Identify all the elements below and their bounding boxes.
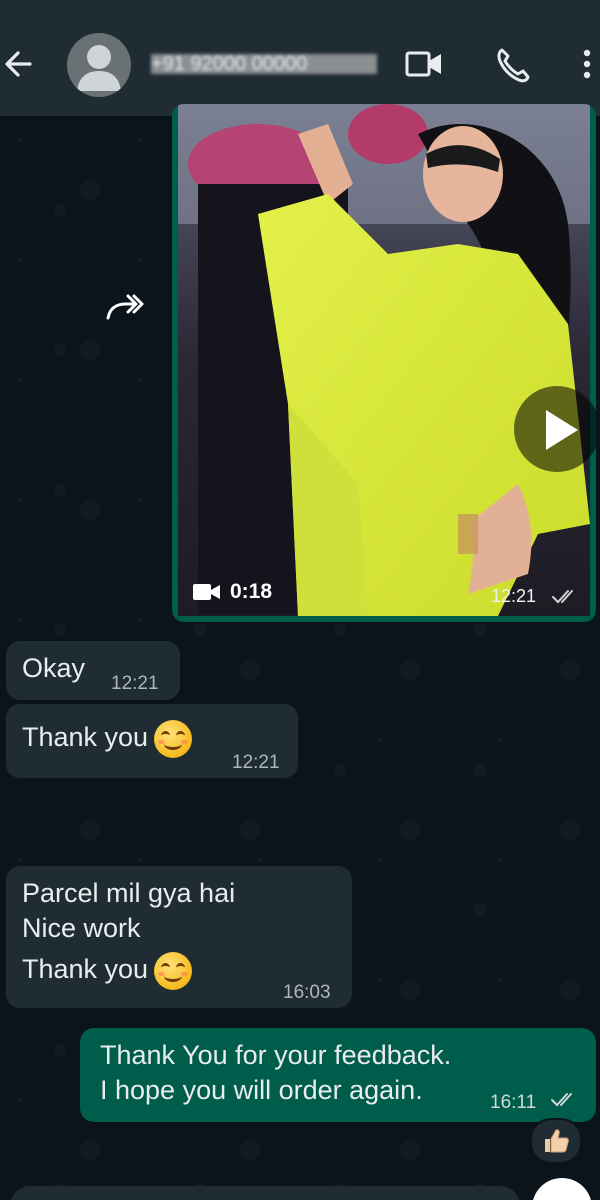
forward-icon[interactable] [104,288,146,324]
more-vert-icon[interactable] [574,44,598,84]
reaction-badge[interactable] [530,1118,582,1164]
outgoing-message[interactable]: Thank You for your feedback. I hope you … [80,1028,596,1122]
message-line-1: Thank You for your feedback. [100,1040,452,1070]
phone-icon[interactable] [494,44,530,84]
message-line-2: Nice work [22,913,141,943]
thumbs-up-icon [545,1129,569,1153]
message-time: 12:21 [491,586,537,606]
video-message[interactable] [172,104,596,622]
video-duration: 0:18 [230,580,273,603]
video-thumbnail [178,104,590,616]
avatar-icon [77,45,121,91]
play-button[interactable] [514,386,596,472]
smiling-face-emoji-icon [154,720,193,758]
message-text-line: Thank you [22,954,149,985]
incoming-message[interactable]: Thank you 12:21 [6,704,298,778]
message-time: 16:03 [283,982,331,1003]
message-time: 16:11 [490,1092,537,1113]
chat-header: +91 92000 00000 [0,0,600,116]
message-time: 12:21 [111,673,159,694]
message-time: 12:21 [232,752,280,773]
mic-button[interactable] [532,1178,592,1200]
chat-screen: +91 92000 00000 0:18 12:21 Okay 12:21 Th… [0,0,600,1200]
video-call-icon[interactable] [404,44,444,84]
back-arrow-icon[interactable] [2,44,36,84]
play-icon [546,410,578,450]
read-ticks-icon [550,1091,578,1114]
message-text: Okay [22,653,86,683]
contact-name[interactable]: +91 92000 00000 [151,54,377,74]
message-line-3: Thank you [22,952,193,990]
message-text-line: Thank you [22,722,149,753]
smiling-face-emoji-icon [154,952,193,990]
incoming-message[interactable]: Okay 12:21 [6,641,180,700]
avatar[interactable] [67,33,131,97]
message-text: Thank you [22,720,193,758]
message-line-2: I hope you will order again. [100,1075,423,1105]
message-input[interactable] [10,1186,520,1200]
video-camera-icon [193,582,221,602]
incoming-message[interactable]: Parcel mil gya hai Nice work Thank you 1… [6,866,352,1008]
read-ticks-icon [551,588,579,611]
message-line-1: Parcel mil gya hai [22,878,236,908]
